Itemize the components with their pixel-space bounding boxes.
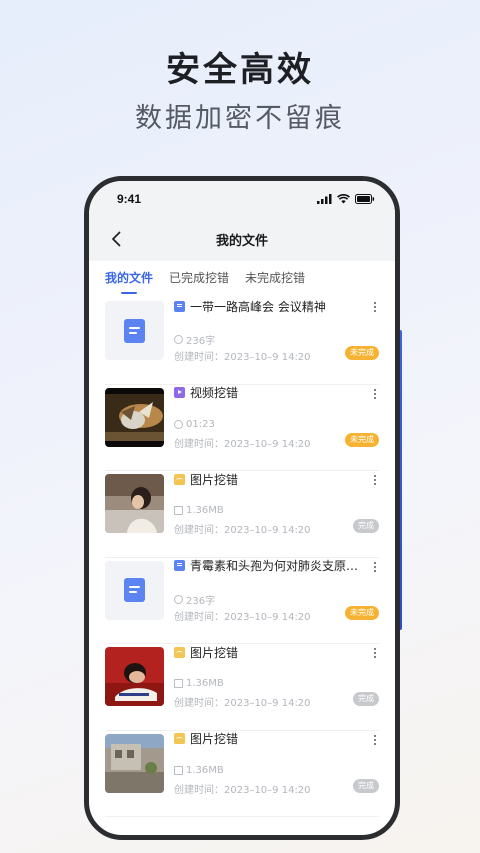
- item-title: 视频挖错: [190, 386, 239, 400]
- item-meta-value: 01:23: [186, 418, 215, 430]
- battery-icon: [355, 194, 375, 204]
- item-title-row: 图片挖错: [174, 731, 363, 747]
- item-meta-value: 1.36MB: [186, 505, 224, 516]
- status-badge: 完成: [353, 519, 379, 533]
- item-title: 青霉素和头孢为何对肺炎支原体...: [190, 559, 363, 573]
- nav-bar: 我的文件: [89, 217, 395, 261]
- list-item[interactable]: 图片挖错 1.36MB 创建时间：2023–10–9 14:20 完成: [105, 471, 379, 558]
- status-badge: 未完成: [345, 432, 379, 447]
- document-type-icon: [174, 560, 185, 571]
- image-thumbnail: [105, 733, 164, 793]
- street-photo-image: [105, 474, 164, 533]
- item-title-row: 青霉素和头孢为何对肺炎支原体...: [174, 558, 363, 574]
- tab-bar: 我的文件 已完成挖错 未完成挖错: [105, 269, 305, 294]
- video-type-icon: [174, 387, 185, 398]
- more-options-icon[interactable]: [373, 734, 377, 746]
- file-list: 一带一路高峰会 会议精神 236字 创建时间：2023–10–9 14:20 未…: [89, 298, 395, 817]
- item-title-row: 图片挖错: [174, 471, 363, 487]
- image-icon: [174, 506, 183, 515]
- image-thumbnail: [105, 647, 164, 706]
- item-meta: 01:23: [174, 419, 215, 430]
- item-title: 图片挖错: [190, 732, 239, 746]
- image-type-icon: [174, 646, 185, 658]
- item-title: 图片挖错: [190, 472, 239, 487]
- image-type-icon: [174, 473, 185, 485]
- image-thumbnail: [105, 474, 164, 533]
- item-date: 创建时间：2023–10–9 14:20: [174, 784, 311, 796]
- image-icon: [174, 679, 183, 688]
- item-title-row: 图片挖错: [174, 644, 363, 660]
- more-options-icon[interactable]: [373, 388, 377, 400]
- status-bar: 9:41: [89, 181, 395, 217]
- item-meta: 236字: [174, 332, 215, 347]
- promo-headline: 安全高效: [166, 50, 314, 90]
- more-options-icon[interactable]: [373, 474, 377, 486]
- signal-icon: [317, 194, 332, 204]
- more-options-icon[interactable]: [373, 647, 377, 659]
- item-title: 图片挖错: [190, 645, 239, 660]
- status-badge: 未完成: [345, 346, 379, 360]
- video-thumbnail: [105, 387, 164, 447]
- text-count-icon: [174, 335, 183, 344]
- item-date: 创建时间：2023–10–9 14:20: [174, 611, 311, 623]
- item-meta-value: 1.36MB: [186, 678, 224, 689]
- status-time: 9:41: [117, 192, 142, 206]
- item-date: 创建时间：2023–10–9 14:20: [174, 698, 311, 709]
- file-thumbnail: [105, 301, 164, 360]
- more-options-icon[interactable]: [373, 301, 377, 313]
- status-icons: [317, 194, 375, 204]
- wifi-icon: [337, 194, 350, 204]
- phone-frame: 9:41 我的文件 我的文件 已完成挖错 未完成挖错 一带一路高峰会 会议精神 …: [84, 176, 400, 840]
- list-item[interactable]: 图片挖错 1.36MB 创建时间：2023–10–9 14:20 完成: [105, 644, 379, 731]
- promo-subhead: 数据加密不留痕: [135, 103, 345, 134]
- clock-icon: [174, 419, 183, 429]
- status-badge: 完成: [353, 692, 379, 706]
- image-icon: [174, 765, 183, 775]
- item-meta-value: 1.36MB: [186, 764, 224, 776]
- tab-completed[interactable]: 已完成挖错: [169, 269, 229, 294]
- item-meta: 1.36MB: [174, 505, 224, 516]
- image-type-icon: [174, 733, 185, 744]
- list-item[interactable]: 青霉素和头孢为何对肺炎支原体... 236字 创建时间：2023–10–9 14…: [105, 558, 379, 644]
- text-count-icon: [174, 594, 183, 604]
- ruins-photo-image: [105, 733, 164, 793]
- list-item[interactable]: 一带一路高峰会 会议精神 236字 创建时间：2023–10–9 14:20 未…: [105, 298, 379, 385]
- item-date: 创建时间：2023–10–9 14:20: [174, 438, 311, 450]
- item-date: 创建时间：2023–10–9 14:20: [174, 525, 311, 536]
- tab-incomplete[interactable]: 未完成挖错: [245, 269, 305, 294]
- item-title-row: 视频挖错: [174, 385, 363, 401]
- bird-video-image: [105, 387, 164, 447]
- item-meta-value: 236字: [186, 336, 216, 347]
- item-date: 创建时间：2023–10–9 14:20: [174, 352, 311, 363]
- item-title-row: 一带一路高峰会 会议精神: [174, 298, 363, 314]
- item-meta: 236字: [174, 592, 215, 607]
- item-meta: 1.36MB: [174, 678, 224, 689]
- top-area: 9:41 我的文件: [89, 181, 395, 261]
- page-title: 我的文件: [215, 234, 268, 249]
- item-meta: 1.36MB: [174, 765, 224, 776]
- list-item[interactable]: 视频挖错 01:23 创建时间：2023–10–9 14:20 未完成: [105, 385, 379, 471]
- document-icon: [124, 578, 145, 602]
- document-type-icon: [174, 300, 185, 312]
- file-thumbnail: [105, 560, 164, 620]
- list-item[interactable]: 图片挖错 1.36MB 创建时间：2023–10–9 14:20 完成: [105, 731, 379, 817]
- status-badge: 完成: [353, 778, 379, 793]
- document-icon: [124, 318, 145, 343]
- portrait-photo-image: [105, 647, 164, 706]
- more-options-icon[interactable]: [373, 561, 377, 573]
- tab-my-files[interactable]: 我的文件: [105, 269, 153, 294]
- item-title: 一带一路高峰会 会议精神: [190, 299, 326, 314]
- item-meta-value: 236字: [186, 595, 216, 607]
- status-badge: 未完成: [345, 605, 379, 620]
